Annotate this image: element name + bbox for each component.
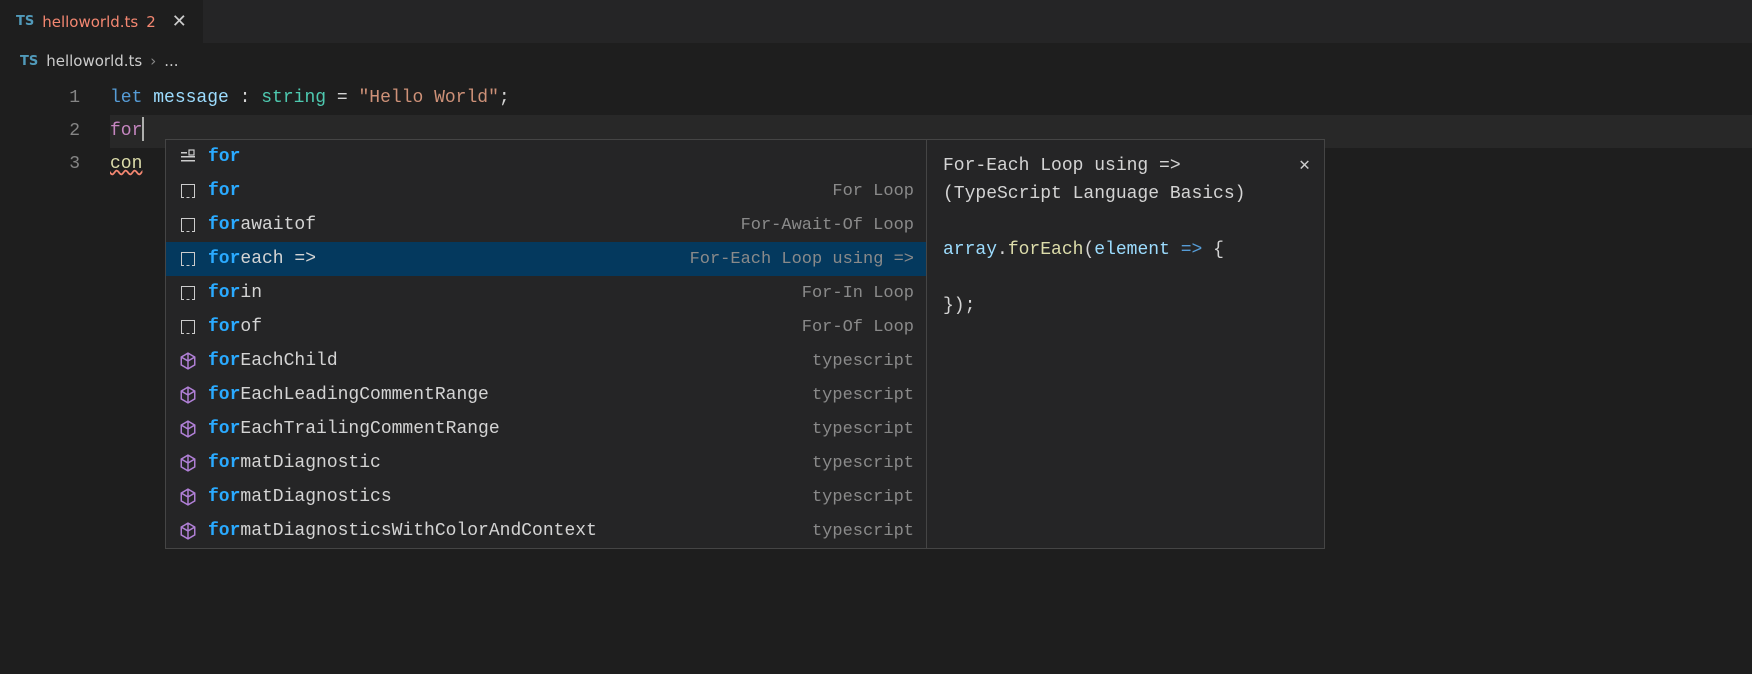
typescript-file-icon: TS bbox=[20, 54, 38, 69]
tab-filename: helloworld.ts bbox=[42, 13, 138, 31]
close-doc-icon[interactable]: ✕ bbox=[1299, 152, 1310, 180]
method-icon bbox=[178, 522, 198, 540]
suggestion-item[interactable]: formatDiagnostic typescript bbox=[166, 446, 926, 480]
suggestion-label: for bbox=[208, 175, 822, 208]
snippet-icon bbox=[178, 320, 198, 334]
suggestion-item[interactable]: forin For-In Loop bbox=[166, 276, 926, 310]
code-editor[interactable]: 1 2 3 let message : string = "Hello Worl… bbox=[0, 78, 1752, 181]
tab-bar: TS helloworld.ts 2 ✕ bbox=[0, 0, 1752, 44]
chevron-right-icon: › bbox=[150, 52, 156, 70]
line-number: 2 bbox=[0, 115, 80, 148]
suggestion-description: typescript bbox=[812, 515, 914, 548]
suggestion-item[interactable]: forEachLeadingCommentRange typescript bbox=[166, 378, 926, 412]
breadcrumb[interactable]: TS helloworld.ts › ... bbox=[0, 44, 1752, 78]
suggestion-description: typescript bbox=[812, 379, 914, 412]
text-cursor bbox=[142, 117, 144, 141]
suggestion-label: formatDiagnosticsWithColorAndContext bbox=[208, 515, 802, 548]
method-icon bbox=[178, 454, 198, 472]
line-number: 1 bbox=[0, 82, 80, 115]
suggestion-description: typescript bbox=[812, 481, 914, 514]
suggestion-list[interactable]: forforFor LoopforawaitofFor-Await-Of Loo… bbox=[166, 140, 926, 548]
suggestion-item[interactable]: formatDiagnosticsWithColorAndContext type… bbox=[166, 514, 926, 548]
snippet-icon bbox=[178, 286, 198, 300]
suggestion-label: forawaitof bbox=[208, 209, 731, 242]
breadcrumb-filename: helloworld.ts bbox=[46, 52, 142, 70]
suggestion-item[interactable]: for For Loop bbox=[166, 174, 926, 208]
suggestion-label: forin bbox=[208, 277, 792, 310]
doc-code-snippet: array.forEach(element => { }); bbox=[943, 236, 1308, 320]
suggestion-description: typescript bbox=[812, 345, 914, 378]
suggestion-label: formatDiagnostics bbox=[208, 481, 802, 514]
suggestion-label: foreach => bbox=[208, 243, 680, 276]
tab-problem-count: 2 bbox=[146, 13, 156, 31]
doc-title: For-Each Loop using => (TypeScript Langu… bbox=[943, 156, 1245, 204]
suggestion-label: forof bbox=[208, 311, 792, 344]
suggestion-label: forEachChild bbox=[208, 345, 802, 378]
suggestion-item[interactable]: forawaitof For-Await-Of Loop bbox=[166, 208, 926, 242]
suggestion-item[interactable]: for bbox=[166, 140, 926, 174]
method-icon bbox=[178, 386, 198, 404]
line-gutter: 1 2 3 bbox=[0, 82, 110, 181]
suggestion-item[interactable]: forof For-Of Loop bbox=[166, 310, 926, 344]
code-line[interactable]: let message : string = "Hello World"; bbox=[110, 82, 1752, 115]
method-icon bbox=[178, 420, 198, 438]
method-icon bbox=[178, 352, 198, 370]
suggestion-item[interactable]: formatDiagnostics typescript bbox=[166, 480, 926, 514]
keyword-icon bbox=[178, 149, 198, 165]
suggestion-label: forEachTrailingCommentRange bbox=[208, 413, 802, 446]
snippet-icon bbox=[178, 184, 198, 198]
suggestion-description: For Loop bbox=[832, 175, 914, 208]
suggestion-item[interactable]: forEachChild typescript bbox=[166, 344, 926, 378]
close-tab-icon[interactable]: ✕ bbox=[172, 11, 187, 32]
breadcrumb-rest: ... bbox=[164, 52, 178, 70]
suggestion-label: forEachLeadingCommentRange bbox=[208, 379, 802, 412]
suggestion-description: typescript bbox=[812, 447, 914, 480]
intellisense-widget: forforFor LoopforawaitofFor-Await-Of Loo… bbox=[165, 139, 1325, 549]
suggestion-description: typescript bbox=[812, 413, 914, 446]
suggestion-item[interactable]: forEachTrailingCommentRange typescript bbox=[166, 412, 926, 446]
method-icon bbox=[178, 488, 198, 506]
suggestion-description: For-In Loop bbox=[802, 277, 914, 310]
snippet-icon bbox=[178, 252, 198, 266]
editor-tab[interactable]: TS helloworld.ts 2 ✕ bbox=[0, 0, 203, 43]
suggestion-label: for bbox=[208, 141, 904, 174]
line-number: 3 bbox=[0, 148, 80, 181]
code-area[interactable]: let message : string = "Hello World"; fo… bbox=[110, 82, 1752, 181]
suggestion-description: For-Await-Of Loop bbox=[741, 209, 914, 242]
suggestion-item[interactable]: foreach => For-Each Loop using => bbox=[166, 242, 926, 276]
suggestion-label: formatDiagnostic bbox=[208, 447, 802, 480]
suggestion-documentation: For-Each Loop using => (TypeScript Langu… bbox=[926, 140, 1324, 548]
suggestion-description: For-Each Loop using => bbox=[690, 243, 914, 276]
suggestion-description: For-Of Loop bbox=[802, 311, 914, 344]
snippet-icon bbox=[178, 218, 198, 232]
typescript-file-icon: TS bbox=[16, 14, 34, 29]
